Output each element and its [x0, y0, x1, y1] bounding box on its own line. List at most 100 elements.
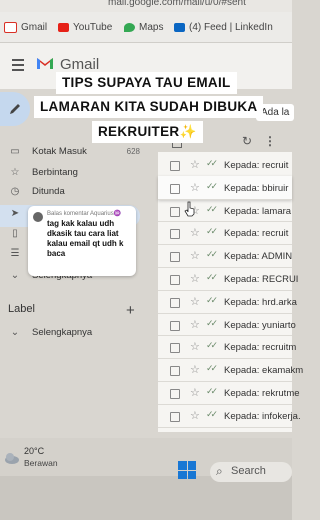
title-line-3: REKRUITER✨ — [92, 121, 203, 143]
row-checkbox[interactable] — [170, 275, 180, 285]
title-line-1: TIPS SUPAYA TAU EMAIL — [56, 72, 237, 94]
table-row[interactable]: ☆ ✓✓ Kepada: infokerja. — [158, 404, 301, 428]
read-receipt-icon: ✓✓ — [206, 386, 218, 396]
row-checkbox[interactable] — [170, 252, 180, 263]
send-icon: ➤ — [10, 208, 20, 219]
bookmark-gmail[interactable]: Gmail — [4, 22, 47, 33]
chevron-down-icon: ⌄ — [10, 269, 20, 281]
row-checkbox[interactable] — [170, 411, 180, 422]
recipient-text: Kepada: recruit — [224, 160, 289, 171]
recipient-text: Kepada: yuniarto — [224, 319, 296, 331]
maps-icon — [124, 23, 135, 32]
table-row[interactable]: ☆ ✓✓ Kepada: ekamakm — [158, 358, 303, 382]
recipient-text: Kepada: recruit — [224, 228, 289, 240]
table-row[interactable]: ☆ ✓✓ Kepada: hrd.arka — [158, 290, 297, 314]
star-icon: ☆ — [10, 166, 20, 178]
labels-heading: Label — [8, 303, 35, 315]
refresh-icon[interactable]: ↻ — [242, 134, 252, 148]
star-icon[interactable]: ☆ — [190, 181, 200, 194]
add-label-icon[interactable]: + — [126, 302, 135, 319]
table-row[interactable]: ☆ ✓✓ Kepada: recruit — [158, 221, 292, 246]
row-checkbox[interactable] — [170, 297, 180, 308]
more-vert-icon[interactable]: ⋮ — [264, 134, 276, 148]
row-checkbox[interactable] — [170, 229, 180, 240]
star-icon[interactable]: ☆ — [190, 226, 200, 239]
star-icon[interactable]: ☆ — [190, 318, 200, 331]
row-checkbox[interactable] — [170, 183, 180, 194]
read-receipt-icon: ✓✓ — [206, 272, 218, 282]
star-icon[interactable]: ☆ — [190, 386, 200, 399]
row-checkbox[interactable] — [170, 320, 180, 331]
gmail-icon — [4, 22, 17, 33]
read-receipt-icon: ✓✓ — [206, 340, 218, 351]
row-checkbox[interactable] — [170, 366, 180, 377]
bookmark-maps[interactable]: Maps — [124, 22, 163, 33]
row-checkbox[interactable] — [170, 206, 180, 217]
pencil-icon — [10, 104, 20, 114]
inbox-icon: ▭ — [10, 145, 20, 157]
recipient-text: Kepada: ADMIN — [224, 251, 293, 263]
cloud-icon — [5, 453, 19, 464]
star-icon[interactable]: ☆ — [190, 363, 200, 376]
url-text[interactable]: mail.google.com/mail/u/0/#sent — [108, 0, 246, 8]
recipient-text: Kepada: infokerja. — [224, 410, 301, 422]
star-icon[interactable]: ☆ — [190, 340, 200, 353]
reply-header: Balas komentar Aquarius♒ — [47, 211, 122, 217]
recipient-text: Kepada: rekrutme — [224, 388, 300, 399]
title-line-2: LAMARAN KITA SUDAH DIBUKA — [34, 96, 264, 118]
table-row[interactable]: ☆ ✓✓ Kepada: ADMIN — [158, 244, 292, 268]
nav-item-drafts[interactable]: ▯ — [10, 229, 20, 239]
star-icon[interactable]: ☆ — [190, 295, 200, 308]
row-checkbox[interactable] — [170, 343, 180, 354]
star-icon[interactable]: ☆ — [190, 158, 200, 171]
table-row[interactable]: ☆ ✓✓ Kepada: bbiruir — [158, 175, 292, 200]
nav-item-more-mail[interactable]: ☰ — [10, 249, 20, 259]
read-receipt-icon: ✓✓ — [206, 180, 218, 191]
address-bar[interactable]: mail.google.com/mail/u/0/#sent — [0, 0, 292, 12]
recipient-text: Kepada: bbiruir — [224, 182, 289, 194]
nav-item-snoozed[interactable]: ◷ Ditunda — [10, 186, 65, 197]
weather-description: Berawan — [24, 458, 58, 468]
windows-start-icon[interactable] — [178, 461, 196, 479]
menu-icon[interactable] — [12, 59, 24, 74]
more-icon: ☰ — [10, 248, 20, 259]
read-receipt-icon: ✓✓ — [206, 363, 218, 374]
table-row[interactable]: ☆ ✓✓ Kepada: yuniarto — [158, 313, 296, 337]
clock-icon: ◷ — [10, 185, 20, 197]
bookmark-linkedin[interactable]: (4) Feed | LinkedIn — [174, 22, 273, 33]
star-icon[interactable]: ☆ — [190, 272, 200, 285]
star-icon[interactable]: ☆ — [190, 249, 200, 262]
compose-button[interactable] — [0, 92, 30, 126]
labels-more[interactable]: ⌄ Selengkapnya — [10, 327, 92, 338]
table-row[interactable]: ☆ ✓✓ Kepada: lamara — [158, 199, 292, 223]
nav-item-inbox[interactable]: ▭ Kotak Masuk 628 — [10, 146, 140, 157]
read-receipt-icon: ✓✓ — [206, 294, 218, 305]
table-row[interactable]: ☆ ✓✓ Kepada: RECRUI — [158, 267, 298, 291]
hand-cursor-icon — [184, 201, 195, 217]
chevron-down-icon: ⌄ — [10, 326, 20, 338]
bookmarks-bar: Gmail YouTube Maps (4) Feed | LinkedIn — [0, 12, 292, 43]
read-receipt-icon: ✓✓ — [206, 226, 218, 237]
reply-text: tag kak kalau udh dkasik tau cara liat k… — [47, 219, 124, 258]
read-receipt-icon: ✓✓ — [206, 158, 218, 168]
nav-item-starred[interactable]: ☆ Berbintang — [10, 167, 78, 178]
nav-item-sent[interactable]: ➤ — [10, 209, 20, 219]
table-row[interactable]: ☆ ✓✓ Kepada: recruitm — [158, 335, 296, 360]
row-checkbox[interactable] — [170, 161, 180, 171]
bookmark-youtube[interactable]: YouTube — [58, 22, 112, 33]
table-row[interactable]: ☆ ✓✓ Kepada: rekrutme — [158, 381, 300, 405]
row-checkbox[interactable] — [170, 389, 180, 399]
gmail-logo-icon — [37, 58, 53, 69]
search-icon: ⌕ — [216, 464, 223, 478]
draft-icon: ▯ — [12, 228, 18, 239]
linkedin-icon — [174, 23, 185, 32]
taskbar-search-label: Search — [231, 465, 266, 477]
recipient-text: Kepada: RECRUI — [224, 274, 299, 285]
avatar — [33, 212, 43, 222]
gmail-logo-text: Gmail — [60, 56, 100, 73]
table-row[interactable]: ☆ ✓✓ Kepada: recruit — [158, 153, 292, 177]
inbox-count: 628 — [126, 147, 140, 156]
recipient-text: Kepada: lamara — [224, 205, 292, 217]
recipient-text: Kepada: recruitm — [224, 342, 297, 354]
star-icon[interactable]: ☆ — [190, 409, 200, 422]
